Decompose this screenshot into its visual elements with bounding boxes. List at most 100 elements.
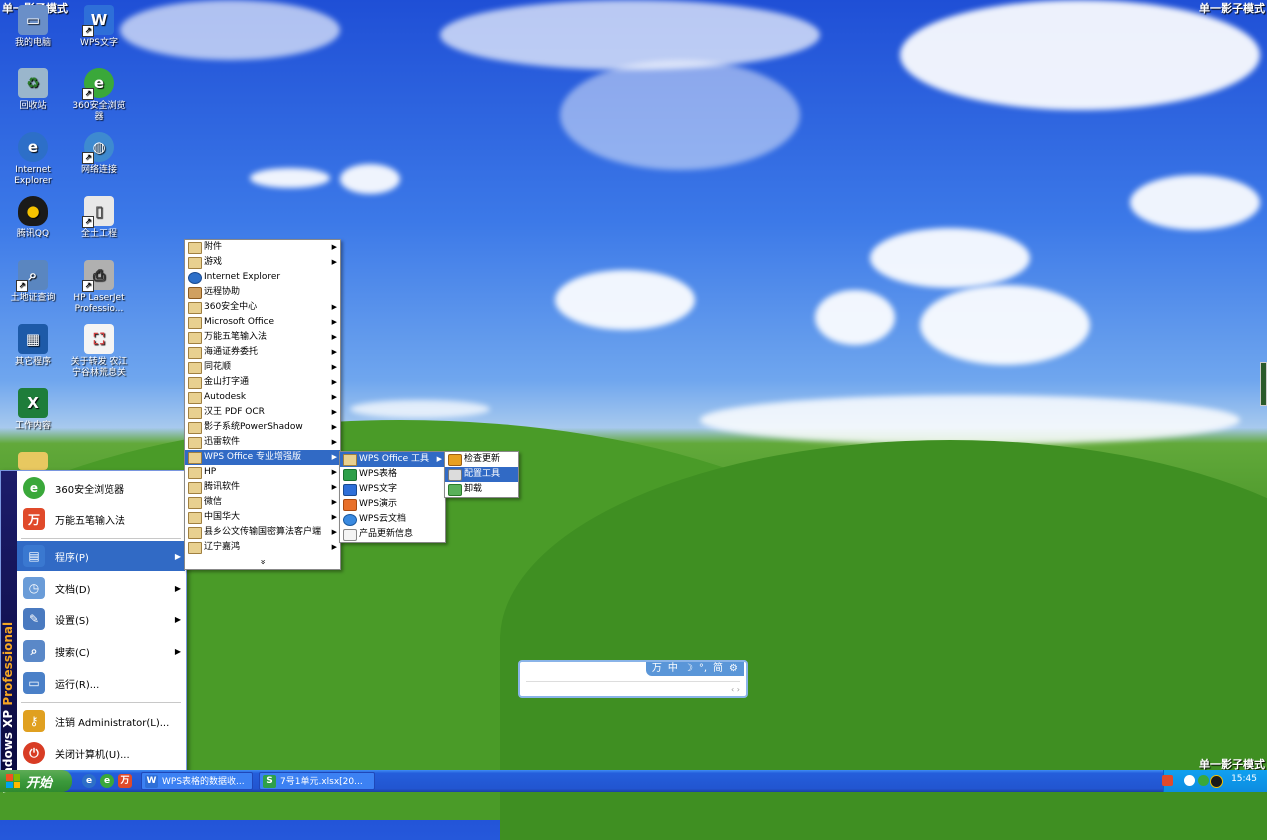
menu-item-label: 中国华大 — [204, 512, 241, 522]
desktop-icon-pdf-document[interactable]: ⛶ 关于转发 农江宁谷林荒息关 — [68, 324, 130, 379]
start-item-settings[interactable]: ✎ 设置(S) ▶ — [17, 604, 185, 634]
submenu-arrow-icon: ▶ — [331, 318, 337, 326]
ime-punctuation-icon[interactable]: °, — [699, 662, 707, 676]
desktop-icon-label: 全土工程 — [80, 229, 117, 239]
programs-item-typing[interactable]: 金山打字通 ▶ — [185, 375, 340, 390]
programs-item-tonghuashun[interactable]: 同花顺 ▶ — [185, 360, 340, 375]
taskbar-button-wps-spreadsheet[interactable]: S 7号1单元.xlsx[20... — [259, 772, 375, 790]
clock[interactable]: 15:45 — [1231, 774, 1257, 784]
desktop-icon-my-computer[interactable]: ▭ 我的电脑 — [2, 5, 64, 49]
submenu-arrow-icon: ▶ — [331, 483, 337, 491]
tools-item-uninstall[interactable]: 卸载 — [445, 482, 518, 497]
programs-item-powershadow[interactable]: 影子系统PowerShadow ▶ — [185, 420, 340, 435]
tray-wubi-icon[interactable] — [1162, 775, 1173, 786]
desktop-icon-hp-laserjet[interactable]: ⎙ ↗ HP LaserJet Professio... — [68, 260, 130, 315]
start-item-programs[interactable]: ▤ 程序(P) ▶ — [17, 541, 185, 571]
start-pinned-wubi[interactable]: 万 万能五笔输入法 — [17, 504, 185, 534]
desktop-icon-label: 关于转发 农江宁谷林荒息关 — [70, 357, 128, 378]
quicklaunch-360-icon[interactable]: e — [100, 774, 114, 788]
programs-item-remote-assist[interactable]: 远程协助 — [185, 285, 340, 300]
desktop-icon-label: 网络连接 — [80, 165, 117, 175]
programs-item-ms-office[interactable]: Microsoft Office ▶ — [185, 315, 340, 330]
desktop-icon-project[interactable]: ▯ ↗ 全土工程 — [68, 196, 130, 240]
menu-item-label: 卸载 — [464, 484, 483, 494]
folder-icon — [188, 257, 202, 269]
programs-item-haitong[interactable]: 海通证券委托 ▶ — [185, 345, 340, 360]
desktop-icon-internet-explorer[interactable]: e Internet Explorer — [2, 132, 64, 187]
programs-item-360-center[interactable]: 360安全中心 ▶ — [185, 300, 340, 315]
wps-item-writer[interactable]: WPS文字 — [340, 482, 445, 497]
desktop-icon-land-query[interactable]: ⌕ ↗ 土地证查询 — [2, 260, 64, 304]
ie-icon: e — [18, 132, 48, 162]
programs-item-xunlei[interactable]: 迅雷软件 ▶ — [185, 435, 340, 450]
menu-item-label: 配置工具 — [464, 469, 501, 479]
settings-icon: ✎ — [23, 608, 45, 630]
ime-settings-icon[interactable]: ⚙ — [729, 662, 738, 676]
start-menu-side-banner: Windows XP Professional — [1, 471, 17, 793]
ime-input-bar[interactable]: 万 中 ☽ °, 简 ⚙ ‹ › — [518, 660, 748, 698]
tray-qq-icon[interactable] — [1210, 775, 1223, 788]
wps-item-presentation[interactable]: WPS演示 — [340, 497, 445, 512]
wps-item-spreadsheets[interactable]: WPS表格 — [340, 467, 445, 482]
folder-icon — [188, 317, 202, 329]
menu-item-label: WPS Office 专业增强版 — [204, 452, 302, 462]
tools-item-config[interactable]: 配置工具 — [445, 467, 518, 482]
programs-item-hp[interactable]: HP ▶ — [185, 465, 340, 480]
ime-chinese-mode-icon[interactable]: 中 — [668, 662, 678, 676]
ime-simplified-icon[interactable]: 简 — [713, 662, 723, 676]
programs-item-hanwang-ocr[interactable]: 汉王 PDF OCR ▶ — [185, 405, 340, 420]
tools-item-check-update[interactable]: 检查更新 — [445, 452, 518, 467]
taskbar-button-label: WPS表格的数据收... — [162, 777, 245, 787]
desktop-icon-work-content[interactable]: X 工作内容 — [2, 388, 64, 432]
programs-menu: 附件 ▶ 游戏 ▶ Internet Explorer 远程协助 360安全中心 ▶ … — [184, 239, 341, 570]
desktop-icon-label: 360安全浏览器 — [72, 101, 126, 122]
taskbar-button-wps-writer[interactable]: W WPS表格的数据收... — [141, 772, 253, 790]
wps-item-cloud-docs[interactable]: WPS云文档 — [340, 512, 445, 527]
start-button[interactable]: 开始 — [0, 770, 72, 792]
wps-spreadsheet-icon: S — [263, 775, 276, 788]
tray-360-icon[interactable] — [1198, 775, 1209, 786]
programs-item-accessories[interactable]: 附件 ▶ — [185, 240, 340, 255]
wps-writer-icon: W — [145, 775, 158, 788]
folder-icon — [188, 377, 202, 389]
excel-icon: X — [18, 388, 48, 418]
tray-collapse-icon[interactable] — [1184, 775, 1195, 786]
programs-item-autodesk[interactable]: Autodesk ▶ — [185, 390, 340, 405]
programs-item-games[interactable]: 游戏 ▶ — [185, 255, 340, 270]
desktop-icon-network[interactable]: ◍ ↗ 网络连接 — [68, 132, 130, 176]
folder-icon — [188, 407, 202, 419]
start-item-shutdown[interactable]: ⏻ 关闭计算机(U)... — [17, 738, 185, 768]
submenu-arrow-icon: ▶ — [331, 258, 337, 266]
start-item-documents[interactable]: ◷ 文档(D) ▶ — [17, 573, 185, 603]
programs-item-wps-office[interactable]: WPS Office 专业增强版 ▶ — [185, 450, 340, 465]
programs-item-wubi[interactable]: 万能五笔输入法 ▶ — [185, 330, 340, 345]
ime-half-width-icon[interactable]: ☽ — [684, 662, 693, 676]
desktop-icon-recycle-bin[interactable]: ♻ 回收站 — [2, 68, 64, 112]
menu-expand-chevron[interactable]: » — [256, 485, 270, 640]
start-item-search[interactable]: ⌕ 搜索(C) ▶ — [17, 636, 185, 666]
programs-item-ie[interactable]: Internet Explorer — [185, 270, 340, 285]
computer-icon: ▭ — [18, 5, 48, 35]
menu-item-label: 远程协助 — [204, 287, 241, 297]
wps-item-tools[interactable]: WPS Office 工具 ▶ — [340, 452, 445, 467]
start-item-logoff[interactable]: ⚷ 注销 Administrator(L)... — [17, 706, 185, 736]
menu-item-label: 金山打字通 — [204, 377, 250, 387]
desktop-icon-qq[interactable]: ● 腾讯QQ — [2, 196, 64, 240]
wps-item-update-info[interactable]: 产品更新信息 — [340, 527, 445, 542]
quicklaunch-wubi-icon[interactable]: 万 — [118, 774, 132, 788]
desktop-icon-wps-writer[interactable]: W ↗ WPS文字 — [68, 5, 130, 49]
quicklaunch-ie-icon[interactable]: e — [82, 774, 96, 788]
menu-item-label: 辽宁嘉鸿 — [204, 542, 241, 552]
start-pinned-360-browser[interactable]: e 360安全浏览器 — [17, 473, 185, 503]
ime-page-arrows[interactable]: ‹ › — [731, 685, 740, 694]
submenu-arrow-icon: ▶ — [331, 423, 337, 431]
desktop-icon-360-browser[interactable]: e ↗ 360安全浏览器 — [68, 68, 130, 123]
desktop-icon-other-programs[interactable]: ▦ 其它程序 — [2, 324, 64, 368]
ime-logo-icon[interactable]: 万 — [652, 662, 662, 676]
start-item-run[interactable]: ▭ 运行(R)... — [17, 668, 185, 698]
taskbar-button-label: 7号1单元.xlsx[20... — [280, 777, 363, 787]
wps-writer-icon — [343, 484, 357, 496]
menu-item-label: WPS表格 — [359, 469, 398, 479]
desktop-icon-label: 腾讯QQ — [16, 229, 50, 239]
remote-assist-icon — [188, 287, 202, 299]
